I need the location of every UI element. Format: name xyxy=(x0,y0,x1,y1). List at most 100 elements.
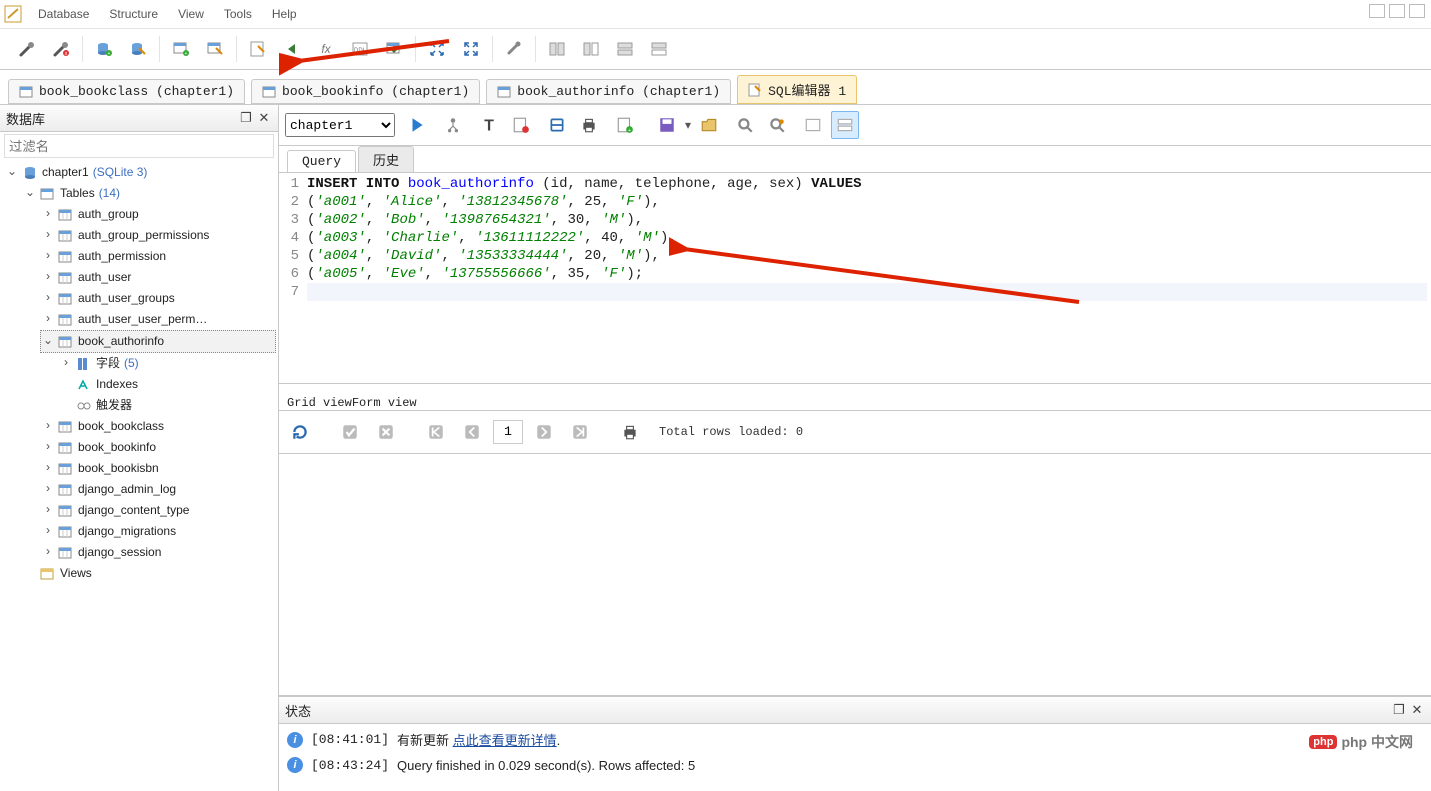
menu-view[interactable]: View xyxy=(168,5,214,23)
layout-4-button[interactable] xyxy=(644,34,674,64)
menu-database[interactable]: Database xyxy=(28,5,99,23)
print-button[interactable] xyxy=(575,111,603,139)
menu-structure[interactable]: Structure xyxy=(99,5,168,23)
prev-page-button[interactable] xyxy=(457,417,487,447)
last-page-button[interactable] xyxy=(565,417,595,447)
expand-icon[interactable]: ⌄ xyxy=(6,162,18,183)
table-row[interactable]: › auth_group_permissions xyxy=(40,225,276,246)
sql-code[interactable]: INSERT INTO book_authorinfo (id, name, t… xyxy=(303,173,1431,383)
filter-input[interactable] xyxy=(4,134,274,158)
expand-icon[interactable]: › xyxy=(42,437,54,458)
clear-button[interactable] xyxy=(507,111,535,139)
table-name: book_bookisbn xyxy=(78,458,159,479)
table-row[interactable]: › django_migrations xyxy=(40,521,276,542)
tab-query[interactable]: Query xyxy=(287,150,356,172)
expand-window-button[interactable] xyxy=(456,34,486,64)
table-row[interactable]: › django_session xyxy=(40,542,276,563)
dropdown-icon[interactable]: ▾ xyxy=(685,118,691,132)
tab-history[interactable]: 历史 xyxy=(358,146,414,172)
expand-icon[interactable]: › xyxy=(42,225,54,246)
expand-icon[interactable]: ⌄ xyxy=(24,183,36,204)
table-row[interactable]: › django_admin_log xyxy=(40,479,276,500)
open-button[interactable] xyxy=(695,111,723,139)
table-row[interactable]: › book_bookinfo xyxy=(40,437,276,458)
status-link[interactable]: 点此查看更新详情 xyxy=(453,733,557,748)
database-tree[interactable]: ⌄ chapter1 (SQLite 3) ⌄ Tables (14) xyxy=(0,160,278,791)
expand-icon[interactable]: › xyxy=(42,542,54,563)
expand-icon[interactable]: › xyxy=(42,309,54,330)
connect-db-button[interactable] xyxy=(12,34,42,64)
refresh-button[interactable] xyxy=(285,417,315,447)
expand-icon[interactable]: › xyxy=(42,267,54,288)
window-min-icon[interactable] xyxy=(1369,4,1385,18)
print-results-button[interactable] xyxy=(615,417,645,447)
function-button[interactable]: fx xyxy=(311,34,341,64)
new-query-button[interactable]: + xyxy=(611,111,639,139)
layout-3-button[interactable] xyxy=(610,34,640,64)
expand-icon[interactable]: › xyxy=(42,204,54,225)
new-table-button[interactable]: + xyxy=(166,34,196,64)
table-row[interactable]: › auth_permission xyxy=(40,246,276,267)
table-row[interactable]: › auth_group xyxy=(40,204,276,225)
layout-split-button[interactable] xyxy=(831,111,859,139)
expand-icon[interactable]: ⌄ xyxy=(42,331,54,352)
page-number-input[interactable] xyxy=(493,420,523,444)
next-page-button[interactable] xyxy=(529,417,559,447)
sql-editor[interactable]: 1234567 INSERT INTO book_authorinfo (id,… xyxy=(279,173,1431,384)
close-pane-icon[interactable]: ✕ xyxy=(1409,702,1425,718)
tab-sql-editor[interactable]: SQL编辑器 1 xyxy=(737,75,857,104)
import-button[interactable] xyxy=(379,34,409,64)
window-close-icon[interactable] xyxy=(1409,4,1425,18)
go-back-button[interactable] xyxy=(277,34,307,64)
expand-icon[interactable]: › xyxy=(42,458,54,479)
menu-tools[interactable]: Tools xyxy=(214,5,262,23)
new-db-button[interactable]: + xyxy=(89,34,119,64)
results-grid[interactable] xyxy=(279,454,1431,696)
first-page-button[interactable] xyxy=(421,417,451,447)
table-row[interactable]: › book_bookclass xyxy=(40,416,276,437)
tab-form-view[interactable]: Form view xyxy=(352,396,417,410)
expand-icon[interactable]: › xyxy=(42,500,54,521)
table-row[interactable]: › auth_user xyxy=(40,267,276,288)
expand-icon[interactable]: › xyxy=(42,246,54,267)
layout-2-button[interactable] xyxy=(576,34,606,64)
search-button[interactable] xyxy=(731,111,759,139)
rollback-button[interactable] xyxy=(371,417,401,447)
table-row[interactable]: › django_content_type xyxy=(40,500,276,521)
ddl-button[interactable]: DDL xyxy=(345,34,375,64)
tab-book-bookclass[interactable]: book_bookclass (chapter1) xyxy=(8,79,245,104)
explain-query-button[interactable] xyxy=(439,111,467,139)
table-row[interactable]: ⌄ book_authorinfo xyxy=(40,330,276,353)
settings-button[interactable] xyxy=(499,34,529,64)
table-row[interactable]: › book_bookisbn xyxy=(40,458,276,479)
menu-help[interactable]: Help xyxy=(262,5,307,23)
window-max-icon[interactable] xyxy=(1389,4,1405,18)
table-icon xyxy=(58,461,74,477)
save-button[interactable] xyxy=(653,111,681,139)
format-sql-button[interactable] xyxy=(543,111,571,139)
fit-window-button[interactable] xyxy=(422,34,452,64)
undock-icon[interactable]: ❐ xyxy=(238,110,254,126)
search-settings-button[interactable] xyxy=(763,111,791,139)
expand-icon[interactable]: › xyxy=(42,521,54,542)
execute-query-button[interactable] xyxy=(403,111,431,139)
edit-db-button[interactable] xyxy=(123,34,153,64)
database-selector[interactable]: chapter1 xyxy=(285,113,395,137)
undock-icon[interactable]: ❐ xyxy=(1391,702,1407,718)
edit-table-button[interactable] xyxy=(200,34,230,64)
tab-grid-view[interactable]: Grid view xyxy=(287,396,352,410)
table-row[interactable]: › auth_user_user_perm… xyxy=(40,309,276,330)
layout-1-button[interactable] xyxy=(542,34,572,64)
expand-icon[interactable]: › xyxy=(42,416,54,437)
text-button[interactable]: T xyxy=(475,111,503,139)
open-sql-editor-button[interactable] xyxy=(243,34,273,64)
disconnect-db-button[interactable]: x xyxy=(46,34,76,64)
commit-button[interactable] xyxy=(335,417,365,447)
close-pane-icon[interactable]: ✕ xyxy=(256,110,272,126)
expand-icon[interactable]: › xyxy=(42,479,54,500)
expand-icon[interactable]: › xyxy=(42,288,54,309)
layout-single-button[interactable] xyxy=(799,111,827,139)
tab-book-bookinfo[interactable]: book_bookinfo (chapter1) xyxy=(251,79,480,104)
table-row[interactable]: › auth_user_groups xyxy=(40,288,276,309)
tab-book-authorinfo[interactable]: book_authorinfo (chapter1) xyxy=(486,79,731,104)
